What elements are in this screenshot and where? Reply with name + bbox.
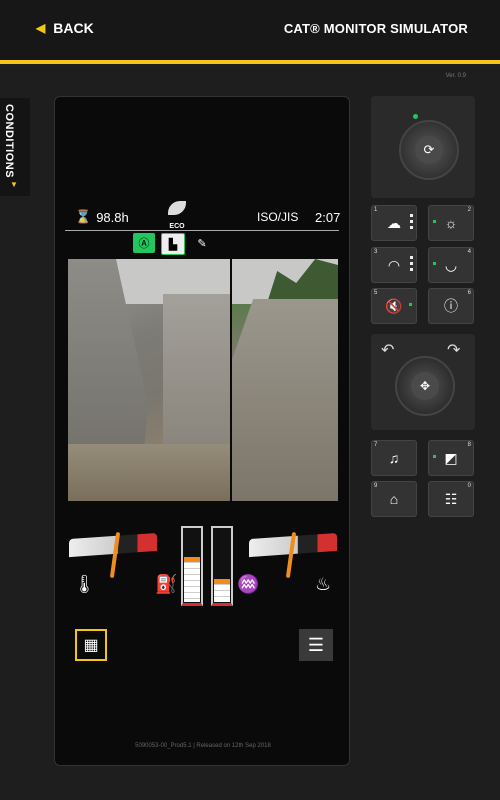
version-label: Ver. 0.9 (445, 73, 466, 79)
brightness-button[interactable]: 8 ◩ (428, 440, 474, 476)
back-button[interactable]: ◀ BACK (36, 20, 94, 36)
grid-icon: ▦ (83, 637, 99, 654)
info-icon: ⓘ (444, 298, 458, 314)
engine-coolant-icon: ♨ (315, 574, 332, 594)
chevron-down-icon: ▼ (10, 180, 18, 189)
hours-value: 98.8h (96, 209, 129, 225)
coolant-temp-gauge (249, 530, 337, 579)
work-light-icon: ☼ (444, 215, 458, 231)
chevron-left-icon: ◀ (36, 21, 46, 35)
monitor-screen: ⌛ 98.8h ECO ISO/JIS 2:07 Ⓐ ▙ ✎ 🌡 ⛽ ♒ ♨ ▦… (54, 96, 350, 766)
quarry-floor (68, 444, 230, 501)
indicator-row: Ⓐ ▙ ✎ (133, 233, 213, 257)
side-camera-view (232, 259, 338, 501)
apps-grid-button[interactable]: ▦ (75, 629, 107, 661)
tank-levels (181, 526, 233, 610)
top-bar: ◀ BACK CAT® MONITOR SIMULATOR (0, 0, 500, 60)
app-title: CAT® MONITOR SIMULATOR (283, 21, 468, 36)
rotary-knob-panel: ⟳ (371, 96, 475, 198)
gauge-panel: 🌡 ⛽ ♒ ♨ (67, 512, 341, 622)
music-icon: ♫ (388, 450, 400, 466)
brightness-icon: ◩ (444, 449, 458, 466)
hour-meter: ⌛ 98.8h (75, 209, 129, 225)
work-light-button[interactable]: 2 ☼ (428, 205, 474, 241)
jog-dial-panel: ↶ ↷ ✥ (371, 334, 475, 430)
work-mode-icon: ▙ (161, 233, 185, 255)
quarry-wall (163, 294, 230, 444)
conditions-tab[interactable]: CONDITIONS ▼ (0, 98, 30, 196)
lights-bar-icon: ☁ (387, 214, 401, 231)
wiper-button[interactable]: 3 ◠ (371, 247, 417, 283)
wiper-icon: ◠ (387, 256, 401, 273)
leaf-icon (168, 201, 186, 215)
back-label: BACK (53, 20, 94, 36)
washer-button[interactable]: 4 ◡ (428, 247, 474, 283)
operator-presence-icon: ✎ (197, 237, 207, 250)
hourglass-icon: ⌛ (75, 209, 92, 224)
mute-button[interactable]: 5 🔇 (371, 288, 417, 324)
mute-icon: 🔇 (385, 297, 403, 314)
list-button[interactable]: 0 ☷ (428, 481, 474, 517)
fuel-level (184, 557, 200, 602)
divider (65, 230, 339, 231)
menu-button[interactable]: ☰ (299, 629, 333, 661)
hydraulic-oil-temp-icon: 🌡 (73, 574, 96, 594)
eco-indicator: ECO (163, 201, 191, 233)
hydraulic-temp-gauge (69, 530, 157, 579)
info-button[interactable]: 6 ⓘ (428, 288, 474, 324)
def-tank (211, 526, 233, 606)
rotary-dial[interactable]: ⟳ (399, 120, 459, 180)
rear-camera-view (68, 259, 230, 501)
selected-dot (413, 114, 418, 119)
fuel-pump-icon: ⛽ (155, 574, 178, 594)
clock: 2:07 (315, 210, 341, 225)
cliff (232, 299, 338, 501)
list-icon: ☷ (444, 490, 458, 507)
def-level (214, 579, 230, 602)
home-icon: ⌂ (389, 491, 399, 507)
def-icon: ♒ (237, 574, 260, 594)
enter-icon: ⟳ (415, 136, 443, 164)
home-button[interactable]: 9 ⌂ (371, 481, 417, 517)
rotate-left-icon: ↶ (381, 342, 395, 359)
release-info: 5090053-00_Prod5.1 | Released on 12th Se… (135, 743, 271, 749)
directional-pad-icon: ✥ (411, 372, 439, 400)
music-button[interactable]: 7 ♫ (371, 440, 417, 476)
auto-idle-icon: Ⓐ (133, 233, 155, 253)
eco-label: ECO (169, 223, 185, 230)
accent-bar (0, 60, 500, 64)
lights-bar-button[interactable]: 1 ☁ (371, 205, 417, 241)
control-pattern: ISO/JIS (257, 210, 299, 224)
washer-icon: ◡ (444, 256, 458, 273)
hamburger-icon: ☰ (307, 634, 325, 655)
conditions-label: CONDITIONS (3, 104, 15, 179)
fuel-tank (181, 526, 203, 606)
rotate-right-icon: ↷ (447, 342, 461, 359)
jog-dial[interactable]: ✥ (395, 356, 455, 416)
status-bar: ⌛ 98.8h ECO ISO/JIS 2:07 (75, 201, 341, 230)
